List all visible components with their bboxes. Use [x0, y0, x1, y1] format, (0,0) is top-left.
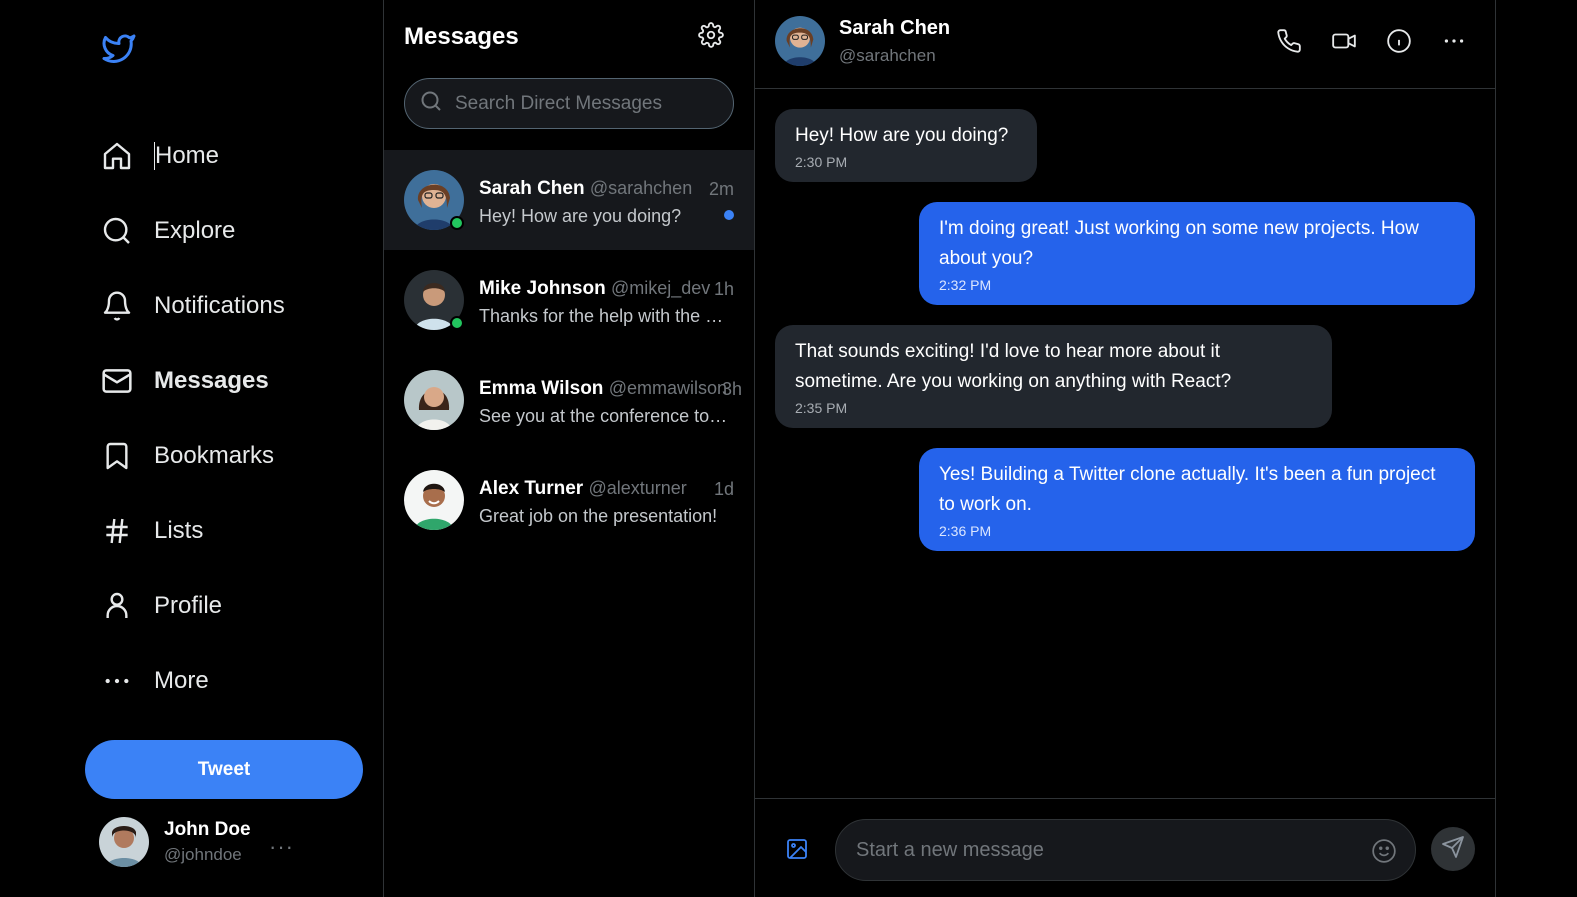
conversation-preview: Thanks for the help with the React proje… [479, 306, 735, 326]
unread-dot [724, 210, 734, 220]
more-horizontal-icon[interactable] [1441, 28, 1467, 54]
user-icon [100, 589, 134, 623]
send-button[interactable] [1431, 827, 1475, 871]
nav-item-messages[interactable]: Messages [100, 343, 285, 418]
message-text: That sounds exciting! I'd love to hear m… [795, 341, 1232, 392]
message-text: Yes! Building a Twitter clone actually. … [939, 464, 1436, 515]
message-bubble-incoming: Hey! How are you doing? 2:30 PM [775, 109, 1037, 182]
conversation-item[interactable]: Sarah Chen @sarahchen 2m Hey! How are yo… [384, 150, 754, 250]
chat-contact-name: Sarah Chen [839, 17, 951, 39]
conversation-preview: Hey! How are you doing? [479, 206, 682, 226]
chat-panel: Sarah Chen @sarahchen Hey! How are you d… [755, 0, 1496, 897]
nav-label-bookmarks: Bookmarks [154, 441, 275, 469]
message-text: Hey! How are you doing? [795, 125, 1009, 146]
message-input[interactable] [856, 838, 1336, 862]
conversation-preview: See you at the conference tomorrow! [479, 406, 735, 426]
conversation-name: Mike Johnson [479, 278, 606, 299]
conversation-name: Sarah Chen [479, 178, 585, 199]
conversations-panel: Messages Sarah Chen @sarahchen 2m Hey! H… [384, 0, 755, 897]
image-icon[interactable] [785, 837, 809, 861]
tweet-button[interactable]: Tweet [85, 740, 363, 799]
user-name: John Doe [164, 819, 251, 840]
hash-icon [100, 514, 134, 548]
nav-item-more[interactable]: More [100, 643, 285, 718]
message-time: 2:32 PM [939, 277, 992, 293]
avatar[interactable] [775, 16, 825, 66]
phone-icon[interactable] [1276, 28, 1302, 54]
conversation-item[interactable]: Alex Turner @alexturner 1d Great job on … [384, 450, 754, 550]
conversation-item[interactable]: Mike Johnson @mikej_dev 1h Thanks for th… [384, 250, 754, 350]
avatar [404, 370, 464, 430]
twitter-bird-icon[interactable] [100, 30, 138, 66]
video-call-icon[interactable] [1331, 28, 1357, 54]
search-icon [419, 89, 443, 118]
bookmark-icon [100, 439, 134, 473]
home-icon [100, 139, 134, 173]
conversation-time: 1h [713, 279, 734, 299]
conversation-name: Emma Wilson [479, 378, 604, 399]
message-text: I'm doing great! Just working on some ne… [939, 218, 1419, 269]
nav-label-explore: Explore [154, 216, 236, 244]
chat-header: Sarah Chen @sarahchen [755, 0, 1495, 89]
conversation-time: 1d [713, 479, 734, 499]
nav-item-explore[interactable]: Explore [100, 193, 285, 268]
conversation-preview: Great job on the presentation! [479, 506, 718, 526]
left-sidebar: Home Explore Notifications Messages Book… [0, 0, 384, 897]
mail-icon [100, 364, 134, 398]
nav-label-more: More [154, 666, 209, 694]
search-field[interactable] [404, 78, 734, 129]
nav-item-home[interactable]: Home [100, 118, 285, 193]
message-bubble-incoming: That sounds exciting! I'd love to hear m… [775, 325, 1332, 428]
conversation-handle: @mikej_dev [610, 278, 711, 298]
account-switcher[interactable]: John Doe @johndoe ··· [99, 816, 299, 868]
message-time: 2:30 PM [795, 154, 848, 170]
info-icon[interactable] [1386, 28, 1412, 54]
conversation-handle: @sarahchen [589, 178, 693, 198]
page-title: Messages [404, 23, 519, 50]
send-icon [1441, 835, 1465, 864]
online-indicator [450, 216, 464, 230]
nav-label-notifications: Notifications [154, 291, 285, 319]
message-field[interactable] [835, 819, 1416, 881]
chat-contact-handle: @sarahchen [839, 46, 936, 65]
message-time: 2:35 PM [795, 400, 848, 416]
conversation-name: Alex Turner [479, 478, 584, 499]
nav-item-profile[interactable]: Profile [100, 568, 285, 643]
conversation-item[interactable]: Emma Wilson @emmawilson 3h See you at th… [384, 350, 754, 450]
conversation-time: 3h [721, 379, 742, 399]
account-more-icon[interactable]: ··· [269, 834, 294, 860]
nav-label-messages: Messages [154, 366, 269, 394]
nav-label-profile: Profile [154, 591, 223, 619]
avatar [404, 470, 464, 530]
conversation-handle: @emmawilson [608, 378, 728, 398]
message-thread: Hey! How are you doing? 2:30 PM I'm doin… [775, 109, 1475, 571]
search-icon [100, 214, 134, 248]
message-bubble-outgoing: Yes! Building a Twitter clone actually. … [919, 448, 1475, 551]
nav-item-bookmarks[interactable]: Bookmarks [100, 418, 285, 493]
conversation-handle: @alexturner [588, 478, 687, 498]
bell-icon [100, 289, 134, 323]
message-bubble-outgoing: I'm doing great! Just working on some ne… [919, 202, 1475, 305]
nav-item-lists[interactable]: Lists [100, 493, 285, 568]
avatar [404, 170, 464, 230]
online-indicator [450, 316, 464, 330]
conversation-time: 2m [708, 179, 734, 199]
message-composer [755, 798, 1495, 897]
nav-label-lists: Lists [154, 516, 204, 544]
main-nav: Home Explore Notifications Messages Book… [100, 118, 285, 718]
user-handle: @johndoe [164, 845, 242, 864]
conversation-list: Sarah Chen @sarahchen 2m Hey! How are yo… [384, 150, 754, 550]
nav-item-notifications[interactable]: Notifications [100, 268, 285, 343]
gear-icon[interactable] [698, 22, 724, 48]
message-time: 2:36 PM [939, 523, 992, 539]
nav-label-home: Home [154, 141, 220, 170]
more-horizontal-icon [100, 664, 134, 698]
avatar [404, 270, 464, 330]
emoji-icon[interactable] [1371, 838, 1397, 864]
search-input[interactable] [455, 92, 715, 115]
avatar [99, 817, 149, 867]
